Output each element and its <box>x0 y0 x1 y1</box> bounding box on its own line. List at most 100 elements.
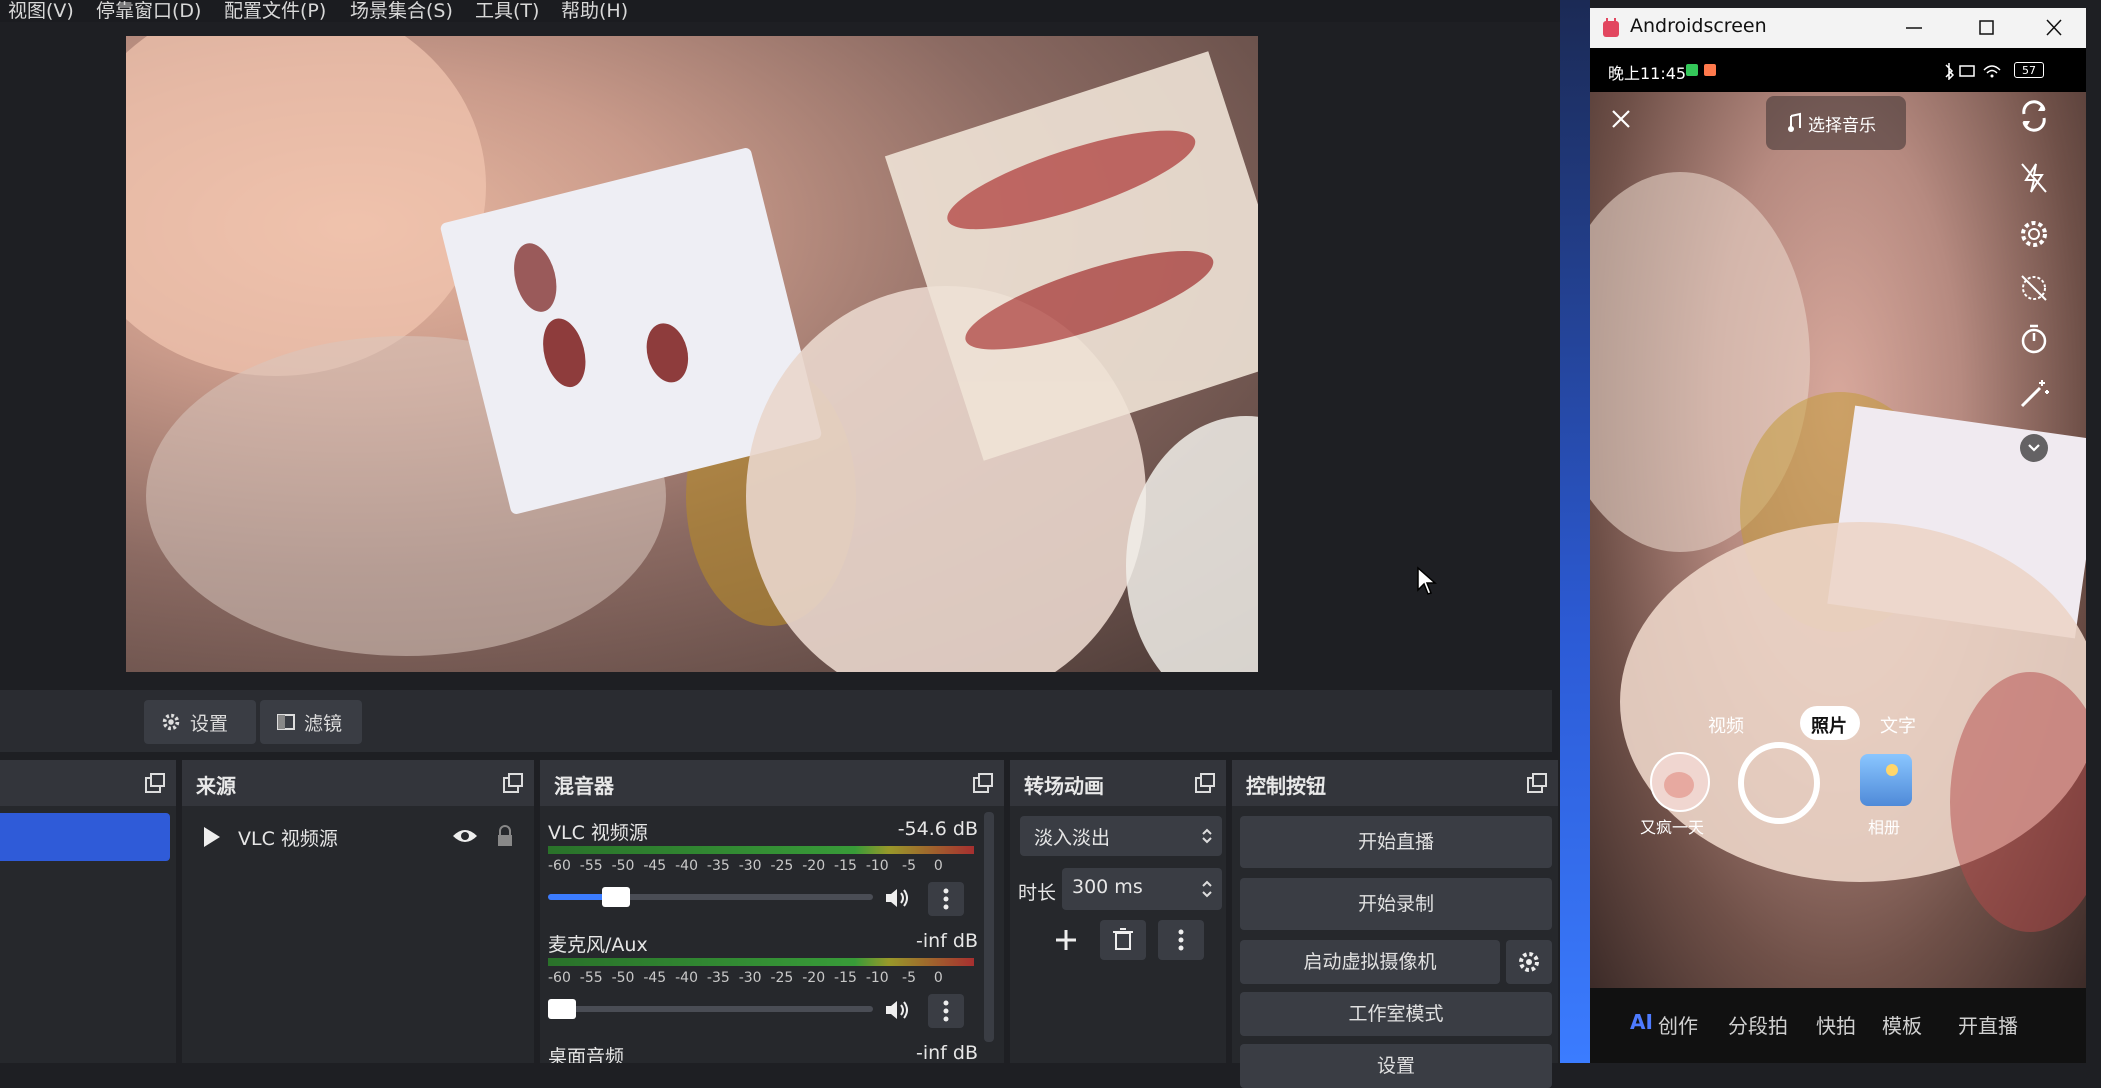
flip-camera-icon[interactable] <box>2014 96 2054 136</box>
scenes-panel-header <box>0 760 176 806</box>
channel-name: VLC 视频源 <box>548 822 648 844</box>
start-virtual-camera-button[interactable]: 启动虚拟摄像机 <box>1240 940 1500 984</box>
menu-profile[interactable]: 配置文件(P) <box>224 0 326 23</box>
speaker-icon[interactable] <box>884 886 910 910</box>
close-icon[interactable] <box>1608 106 1634 132</box>
play-icon <box>204 827 220 847</box>
more-tools-button[interactable] <box>2020 434 2048 462</box>
minimize-icon[interactable] <box>1902 18 1926 38</box>
settings-control-button[interactable]: 设置 <box>1240 1044 1552 1088</box>
transition-menu-button[interactable] <box>1158 920 1204 960</box>
plus-icon <box>1056 930 1076 950</box>
volume-slider[interactable] <box>548 887 873 907</box>
duration-spinbox[interactable]: 300 ms <box>1062 868 1222 910</box>
sources-panel: 来源 VLC 视频源 <box>182 760 534 1063</box>
chevron-down-icon <box>2028 444 2040 452</box>
undock-icon[interactable] <box>144 772 166 794</box>
visibility-eye-icon[interactable] <box>452 826 478 846</box>
channel-name: 桌面音频 <box>548 1046 625 1063</box>
volume-slider-handle[interactable] <box>548 999 576 1019</box>
nav-templates[interactable]: 模板 <box>1882 1010 1922 1039</box>
audio-mixer-panel: 混音器 VLC 视频源 -54.6 dB -60 -55 -50 -45 -40… <box>540 760 1004 1063</box>
mode-text[interactable]: 文字 <box>1880 712 1916 738</box>
volume-slider-fill <box>548 894 608 900</box>
undock-icon[interactable] <box>972 772 994 794</box>
meter-scale: -60 -55 -50 -45 -40 -35 -30 -25 -20 -15 … <box>548 858 943 874</box>
channel-level: -inf dB <box>915 930 978 952</box>
settings-gear-icon[interactable] <box>2014 214 2054 254</box>
notification-icon <box>1686 64 1698 76</box>
camera-viewfinder[interactable]: 选择音乐 视频 照片 文字 又疯一天 相册 <box>1590 92 2086 988</box>
duration-value: 300 ms <box>1072 876 1143 898</box>
choose-music-button[interactable]: 选择音乐 <box>1766 96 1906 150</box>
transition-select[interactable]: 淡入淡出 <box>1020 816 1222 856</box>
transitions-panel-header: 转场动画 <box>1010 760 1226 806</box>
transition-select-value: 淡入淡出 <box>1034 827 1111 849</box>
mode-photo-selected[interactable]: 照片 <box>1800 706 1860 740</box>
channel-name: 麦克风/Aux <box>548 934 648 956</box>
nav-quick-shoot[interactable]: 快拍 <box>1816 1010 1856 1039</box>
preview-canvas[interactable] <box>126 36 1258 672</box>
magic-wand-icon[interactable] <box>2014 374 2054 414</box>
studio-mode-button[interactable]: 工作室模式 <box>1240 992 1552 1036</box>
settings-button[interactable]: 设置 <box>144 700 256 744</box>
mixer-scrollbar[interactable] <box>984 812 994 1042</box>
start-recording-button[interactable]: 开始录制 <box>1240 878 1552 930</box>
channel-menu-button[interactable] <box>928 994 964 1028</box>
source-item[interactable]: VLC 视频源 <box>196 818 526 858</box>
volume-slider-handle[interactable] <box>602 887 630 907</box>
album-thumbnail[interactable] <box>1860 754 1912 806</box>
choose-music-label: 选择音乐 <box>1808 116 1876 136</box>
menu-tools[interactable]: 工具(T) <box>475 0 539 23</box>
undock-icon[interactable] <box>1526 772 1548 794</box>
menu-scene-collection[interactable]: 场景集合(S) <box>350 0 453 23</box>
lock-icon[interactable] <box>496 824 514 848</box>
undock-icon[interactable] <box>502 772 524 794</box>
volume-slider[interactable] <box>548 999 873 1019</box>
nav-segment-shoot[interactable]: 分段拍 <box>1728 1010 1788 1039</box>
remove-transition-button[interactable] <box>1100 920 1146 960</box>
channel-menu-button[interactable] <box>928 882 964 916</box>
filters-button[interactable]: 滤镜 <box>260 700 362 744</box>
virtual-camera-settings-button[interactable] <box>1506 940 1552 984</box>
scenes-panel <box>0 760 176 1063</box>
filters-label: 滤镜 <box>304 712 343 735</box>
menu-view[interactable]: 视图(V) <box>8 0 74 23</box>
preview-sweater <box>1126 416 1258 672</box>
nav-go-live[interactable]: 开直播 <box>1958 1010 2018 1039</box>
flash-off-icon[interactable] <box>2014 158 2054 198</box>
mixer-title: 混音器 <box>554 774 614 798</box>
mixer-panel-header: 混音器 <box>540 760 1004 806</box>
close-icon[interactable] <box>2042 18 2066 38</box>
mixer-channel: 桌面音频 -inf dB <box>548 1042 978 1063</box>
meter-scale: -60 -55 -50 -45 -40 -35 -30 -25 -20 -15 … <box>548 970 943 986</box>
desktop-background <box>1560 0 1590 1063</box>
chevron-updown-icon[interactable] <box>1200 878 1214 900</box>
volume-meter <box>548 958 974 966</box>
mode-video[interactable]: 视频 <box>1708 712 1744 738</box>
scene-item-selected[interactable] <box>0 813 170 861</box>
shutter-button[interactable] <box>1738 742 1820 824</box>
maximize-icon[interactable] <box>1974 18 1998 38</box>
beauty-off-icon[interactable] <box>2014 268 2054 308</box>
sources-title: 来源 <box>196 774 236 798</box>
gear-icon <box>162 713 180 731</box>
start-streaming-button[interactable]: 开始直播 <box>1240 816 1552 868</box>
sources-panel-header: 来源 <box>182 760 534 806</box>
undock-icon[interactable] <box>1194 772 1216 794</box>
gear-icon <box>1519 952 1539 972</box>
menu-docks[interactable]: 停靠窗口(D) <box>96 0 201 23</box>
mixer-channel: VLC 视频源 -54.6 dB -60 -55 -50 -45 -40 -35… <box>548 818 978 926</box>
source-item-label: VLC 视频源 <box>238 828 338 850</box>
add-transition-button[interactable] <box>1046 920 1086 960</box>
status-time: 晚上11:45 <box>1608 64 1687 83</box>
kebab-menu-icon <box>943 888 949 910</box>
menu-help[interactable]: 帮助(H) <box>561 0 628 23</box>
volume-meter <box>548 846 974 854</box>
timer-icon[interactable] <box>2014 320 2054 360</box>
speaker-icon[interactable] <box>884 998 910 1022</box>
nav-create[interactable]: 创作 <box>1658 1010 1698 1039</box>
effect-thumbnail[interactable] <box>1650 752 1710 812</box>
controls-panel-header: 控制按钮 <box>1232 760 1558 806</box>
mixer-channel: 麦克风/Aux -inf dB -60 -55 -50 -45 -40 -35 … <box>548 930 978 1038</box>
